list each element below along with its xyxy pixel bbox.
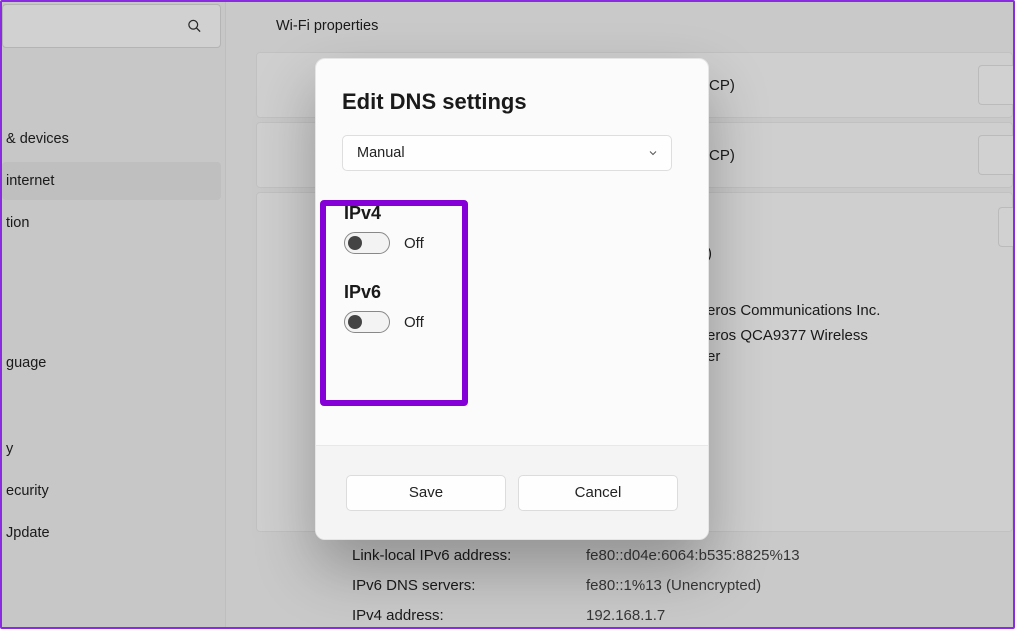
dns-mode-dropdown[interactable]: Manual <box>342 135 672 171</box>
property-text: er <box>707 348 1012 365</box>
property-value: fe80::1%13 (Unencrypted) <box>586 577 761 594</box>
ipv6-toggle[interactable] <box>344 311 390 333</box>
sidebar-item-internet[interactable]: internet <box>2 162 221 200</box>
dialog-title: Edit DNS settings <box>342 89 682 115</box>
sidebar-item-label: & devices <box>6 131 69 147</box>
property-row-text: CP) <box>709 77 735 94</box>
sidebar-item-label: guage <box>6 355 46 371</box>
sidebar-item-label: tion <box>6 215 29 231</box>
sidebar-item-y[interactable]: y <box>2 430 221 468</box>
sidebar-item-label: internet <box>6 173 54 189</box>
ipv6-label: IPv6 <box>344 282 682 303</box>
property-value: 192.168.1.7 <box>586 607 665 624</box>
sidebar-item-update[interactable]: Jpdate <box>2 514 221 552</box>
property-row: IPv6 DNS servers: fe80::1%13 (Unencrypte… <box>352 570 1013 600</box>
button-label: Cancel <box>575 484 622 501</box>
sidebar-item-label: ecurity <box>6 483 49 499</box>
sidebar-item-label: Jpdate <box>6 525 50 541</box>
property-text: eros QCA9377 Wireless <box>707 327 1012 344</box>
sidebar-item-language[interactable]: guage <box>2 344 221 382</box>
property-label: IPv4 address: <box>352 607 586 624</box>
sidebar-item-devices[interactable]: & devices <box>2 120 221 158</box>
property-label: Link-local IPv6 address: <box>352 547 586 564</box>
property-label: IPv6 DNS servers: <box>352 577 586 594</box>
property-row: Link-local IPv6 address: fe80::d04e:6064… <box>352 540 1013 570</box>
property-text: eros Communications Inc. <box>707 302 1012 319</box>
cancel-button[interactable]: Cancel <box>518 475 678 511</box>
property-text: ) <box>707 245 1012 262</box>
sidebar-item-security[interactable]: ecurity <box>2 472 221 510</box>
property-row: IPv4 address: 192.168.1.7 <box>352 600 1013 629</box>
ipv4-state-text: Off <box>404 235 424 252</box>
property-row-text: CP) <box>709 147 735 164</box>
edit-button-partial[interactable] <box>998 207 1015 247</box>
ipv4-label: IPv4 <box>344 203 682 224</box>
sidebar-item-label: y <box>6 441 13 457</box>
edit-button-partial[interactable] <box>978 135 1015 175</box>
edit-dns-dialog: Edit DNS settings Manual IPv4 Off IPv6 O… <box>315 58 709 540</box>
sidebar: & devices internet tion guage y ecurity … <box>2 2 226 627</box>
search-input[interactable] <box>2 4 221 48</box>
save-button[interactable]: Save <box>346 475 506 511</box>
edit-button-partial[interactable] <box>978 65 1015 105</box>
window: & devices internet tion guage y ecurity … <box>0 0 1015 629</box>
ipv4-toggle[interactable] <box>344 232 390 254</box>
button-label: Save <box>409 484 443 501</box>
dropdown-value: Manual <box>357 145 405 161</box>
sidebar-item-tion[interactable]: tion <box>2 204 221 242</box>
property-value: fe80::d04e:6064:b535:8825%13 <box>586 547 800 564</box>
property-list: Link-local IPv6 address: fe80::d04e:6064… <box>352 540 1013 629</box>
chevron-down-icon <box>647 147 659 159</box>
ipv6-state-text: Off <box>404 314 424 331</box>
page-title: Wi-Fi properties <box>226 10 1013 52</box>
search-icon <box>187 19 202 34</box>
dialog-footer: Save Cancel <box>316 445 708 539</box>
